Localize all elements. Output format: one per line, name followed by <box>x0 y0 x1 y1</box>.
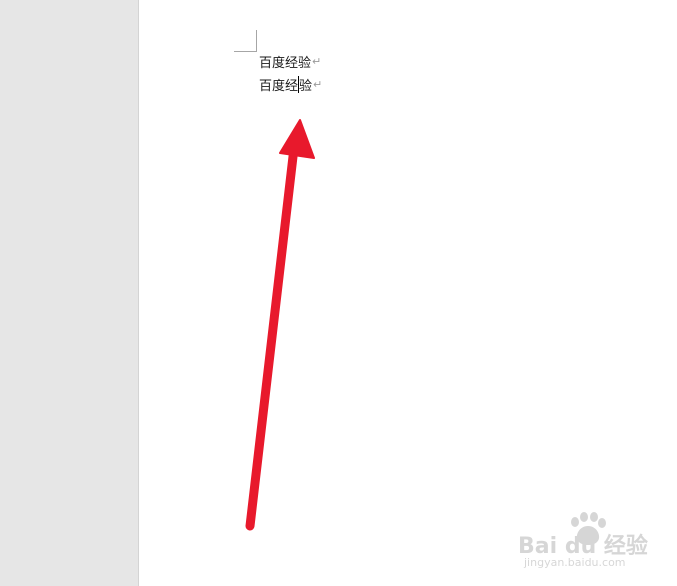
document-paragraph-2[interactable]: 百度经验↵ <box>259 76 322 96</box>
document-page[interactable] <box>139 0 677 586</box>
paragraph-mark-icon: ↵ <box>312 55 322 68</box>
margin-corner-mark <box>234 30 257 52</box>
margin-corner-mark-horizontal <box>234 51 257 52</box>
paragraph-2-text-after-caret: 验 <box>299 79 313 94</box>
paragraph-2-text-before-caret: 百度经 <box>259 79 299 94</box>
document-paragraph-1[interactable]: 百度经验↵ <box>259 54 321 74</box>
margin-corner-mark-vertical <box>256 30 257 52</box>
paragraph-mark-icon: ↵ <box>313 78 323 91</box>
navigation-pane[interactable] <box>0 0 139 586</box>
word-editor-window: 百度经验↵ 百度经验↵ Bai du 经验 jingyan.baidu.com <box>0 0 677 586</box>
watermark-url-text: jingyan.baidu.com <box>524 556 626 569</box>
baidu-jingyan-watermark: Bai du 经验 jingyan.baidu.com <box>518 510 668 570</box>
paragraph-1-text: 百度经验 <box>259 56 312 71</box>
